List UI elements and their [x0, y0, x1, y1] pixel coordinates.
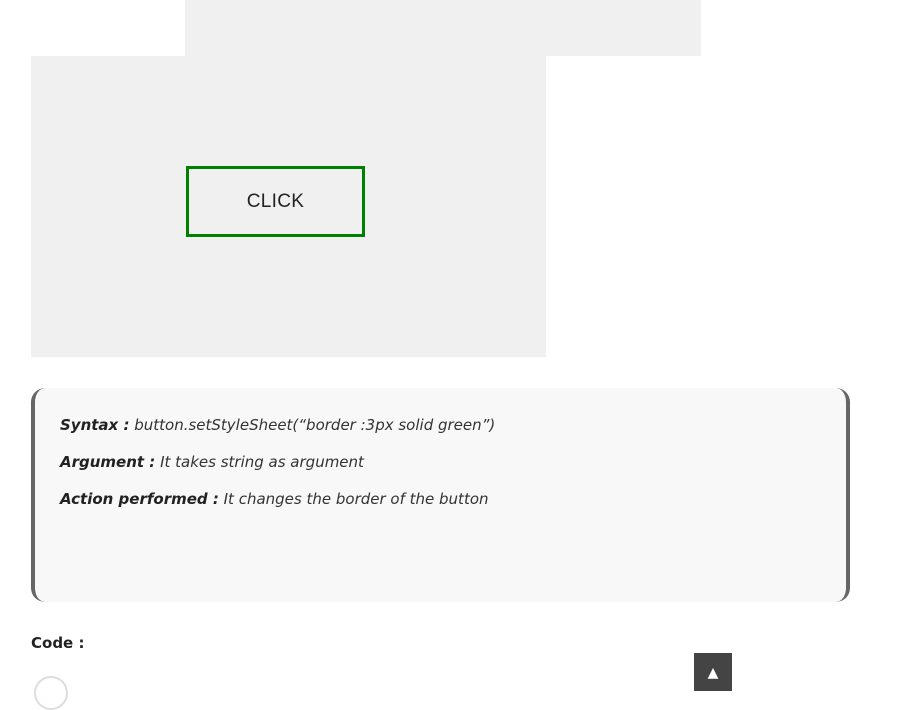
top-screenshot-image: [185, 0, 701, 56]
syntax-label: Syntax :: [60, 416, 130, 434]
argument-line: Argument : It takes string as argument: [60, 453, 846, 471]
syntax-value: button.setStyleSheet(“border :3px solid …: [129, 416, 496, 434]
action-line: Action performed : It changes the border…: [60, 490, 846, 508]
action-label: Action performed :: [60, 490, 219, 508]
code-copy-circle[interactable]: [34, 676, 68, 710]
argument-value: It takes string as argument: [155, 453, 364, 471]
action-value: It changes the border of the button: [218, 490, 489, 508]
argument-label: Argument :: [60, 453, 156, 471]
output-screenshot-image: CLICK: [31, 56, 546, 357]
scroll-to-top-button[interactable]: ▲: [694, 653, 732, 691]
syntax-line: Syntax : button.setStyleSheet(“border :3…: [60, 416, 846, 434]
click-button[interactable]: CLICK: [186, 166, 365, 237]
syntax-info-box: Syntax : button.setStyleSheet(“border :3…: [31, 388, 850, 602]
code-heading: Code :: [31, 634, 85, 652]
arrow-up-icon: ▲: [707, 665, 719, 681]
